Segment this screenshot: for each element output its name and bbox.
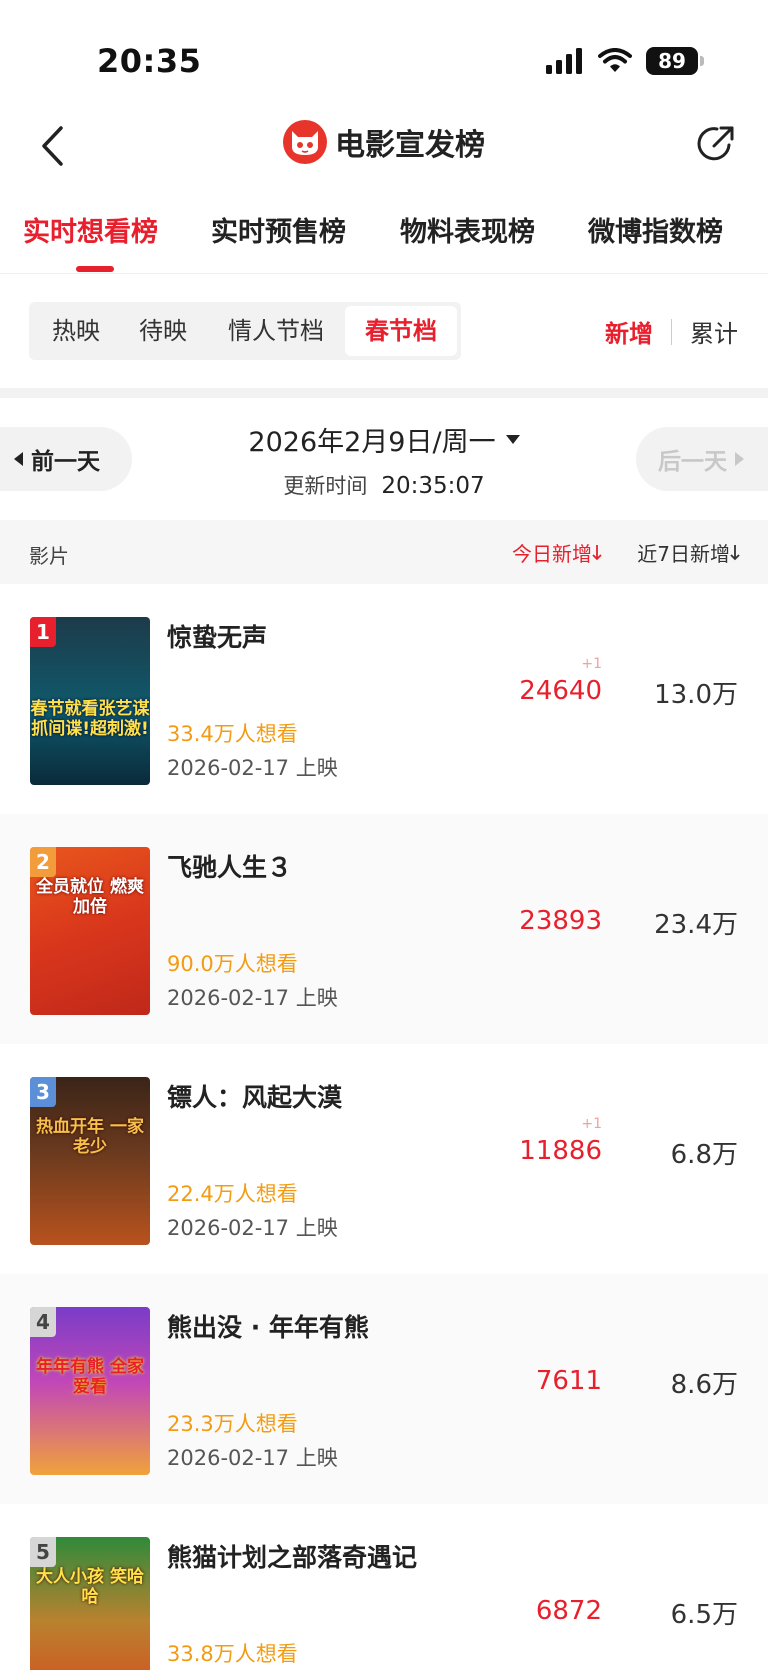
filter-spring-festival[interactable]: 春节档 [345,306,457,356]
caret-down-icon [505,435,520,444]
movie-row[interactable]: 全员就位 燃爽加倍 2 飞驰人生３ 90.0万人想看 2026-02-17 上映… [0,814,768,1044]
today-new-value: 7611 [535,1366,602,1396]
caret-right-icon [735,452,744,466]
nav-title-group: 电影宣发榜 [0,120,768,164]
want-count: 33.8万人想看 [167,1642,298,1666]
poster-tagline: 大人小孩 笑哈哈 [36,1567,144,1608]
movie-row[interactable]: 春节就看张艺谋 抓间谍!超刺激! 1 惊蛰无声 33.4万人想看 2026-02… [0,584,768,814]
wifi-icon [598,48,632,72]
list-header: 影片 今日新增 近7日新增 [0,520,768,584]
sort-down-arrow-icon [592,545,602,561]
week-new-value: 23.4万 [654,910,738,940]
column-today-sort[interactable]: 今日新增 [512,538,602,567]
tab-realtime-want[interactable]: 实时想看榜 [23,210,158,249]
current-date: 2026年2月9日/周一 [248,427,496,458]
battery-level: 89 [658,49,686,73]
movie-title: 飞驰人生３ [167,853,293,882]
main-tab-bar: 实时想看榜 实时预售榜 物料表现榜 微博指数榜 [0,200,768,274]
share-icon [697,126,734,161]
rank-badge: 2 [30,847,56,877]
rank-badge: 5 [30,1537,56,1567]
battery-icon: 89 [646,47,704,75]
today-new-value: 6872 [535,1596,602,1626]
tab-realtime-presale[interactable]: 实时预售榜 [211,210,346,249]
week-new-value: 8.6万 [670,1370,738,1400]
update-time: 20:35:07 [381,473,485,499]
today-new-value: 23893 [519,906,602,936]
rank-badge: 3 [30,1077,56,1107]
movie-poster: 大人小孩 笑哈哈 5 [30,1537,150,1670]
release-date: 2026-02-17 上映 [167,756,338,780]
nav-bar: 电影宣发榜 [0,108,768,184]
movie-row[interactable]: 热血开年 一家老少 3 镖人：风起大漠 22.4万人想看 2026-02-17 … [0,1044,768,1274]
status-bar: 20:35 89 [0,0,768,120]
release-date: 2026-02-17 上映 [167,1216,338,1240]
active-tab-indicator [76,266,114,272]
today-new-value: 11886 [519,1136,602,1166]
column-7day-sort[interactable]: 近7日新增 [637,538,740,567]
poster-tagline: 春节就看张艺谋 抓间谍!超刺激! [30,699,150,740]
week-new-value: 13.0万 [654,680,738,710]
rank-badge: 4 [30,1307,56,1337]
toggle-divider [671,318,672,345]
poster-tagline: 全员就位 燃爽加倍 [36,877,144,918]
filter-upcoming[interactable]: 待映 [139,302,187,360]
column-film: 影片 [29,544,69,568]
update-label: 更新时间 [283,474,368,498]
toggle-new[interactable]: 新增 [605,314,653,349]
page-title: 电影宣发榜 [335,128,485,163]
movie-title: 熊出没 · 年年有熊 [167,1313,369,1342]
status-icons: 89 [546,44,704,78]
movie-poster: 年年有熊 全家爱看 4 [30,1307,150,1475]
share-button[interactable] [692,120,740,168]
section-divider [0,388,768,398]
movie-poster: 春节就看张艺谋 抓间谍!超刺激! 1 [30,617,150,785]
sort-down-arrow-icon [730,545,740,561]
status-time: 20:35 [97,42,202,80]
release-date: 2026-02-17 上映 [167,986,338,1010]
increment-toggle: 新增 累计 [605,314,738,349]
today-new-value: 24640 [519,676,602,706]
rank-badge: 1 [30,617,56,647]
movie-title: 惊蛰无声 [167,623,268,652]
poster-tagline: 年年有熊 全家爱看 [36,1357,144,1398]
tab-weibo-index[interactable]: 微博指数榜 [588,210,723,249]
movie-title: 熊猫计划之部落奇遇记 [167,1543,418,1572]
want-count: 23.3万人想看 [167,1412,298,1436]
rank-change: +1 [581,656,602,672]
signal-icon [546,48,582,74]
poster-tagline: 热血开年 一家老少 [36,1117,144,1158]
want-count: 22.4万人想看 [167,1182,298,1206]
movie-row[interactable]: 年年有熊 全家爱看 4 熊出没 · 年年有熊 23.3万人想看 2026-02-… [0,1274,768,1504]
schedule-filter: 热映 待映 情人节档 春节档 [29,302,461,360]
movie-poster: 全员就位 燃爽加倍 2 [30,847,150,1015]
column-7day-label: 近7日新增 [637,542,730,566]
next-day-button[interactable]: 后一天 [636,427,768,491]
toggle-cumulative[interactable]: 累计 [690,314,738,349]
movie-poster: 热血开年 一家老少 3 [30,1077,150,1245]
filter-now-showing[interactable]: 热映 [52,302,100,360]
movie-title: 镖人：风起大漠 [167,1083,343,1112]
want-count: 33.4万人想看 [167,722,298,746]
next-day-label: 后一天 [658,449,727,475]
movie-row[interactable]: 大人小孩 笑哈哈 5 熊猫计划之部落奇遇记 33.8万人想看 6872 6.5万 [0,1504,768,1670]
maoyan-cat-logo-icon [283,120,327,164]
column-today-label: 今日新增 [512,542,592,566]
week-new-value: 6.5万 [670,1600,738,1630]
release-date: 2026-02-17 上映 [167,1446,338,1470]
week-new-value: 6.8万 [670,1140,738,1170]
filter-valentines[interactable]: 情人节档 [228,302,324,360]
tab-material-performance[interactable]: 物料表现榜 [400,210,535,249]
want-count: 90.0万人想看 [167,952,298,976]
rank-change: +1 [581,1116,602,1132]
